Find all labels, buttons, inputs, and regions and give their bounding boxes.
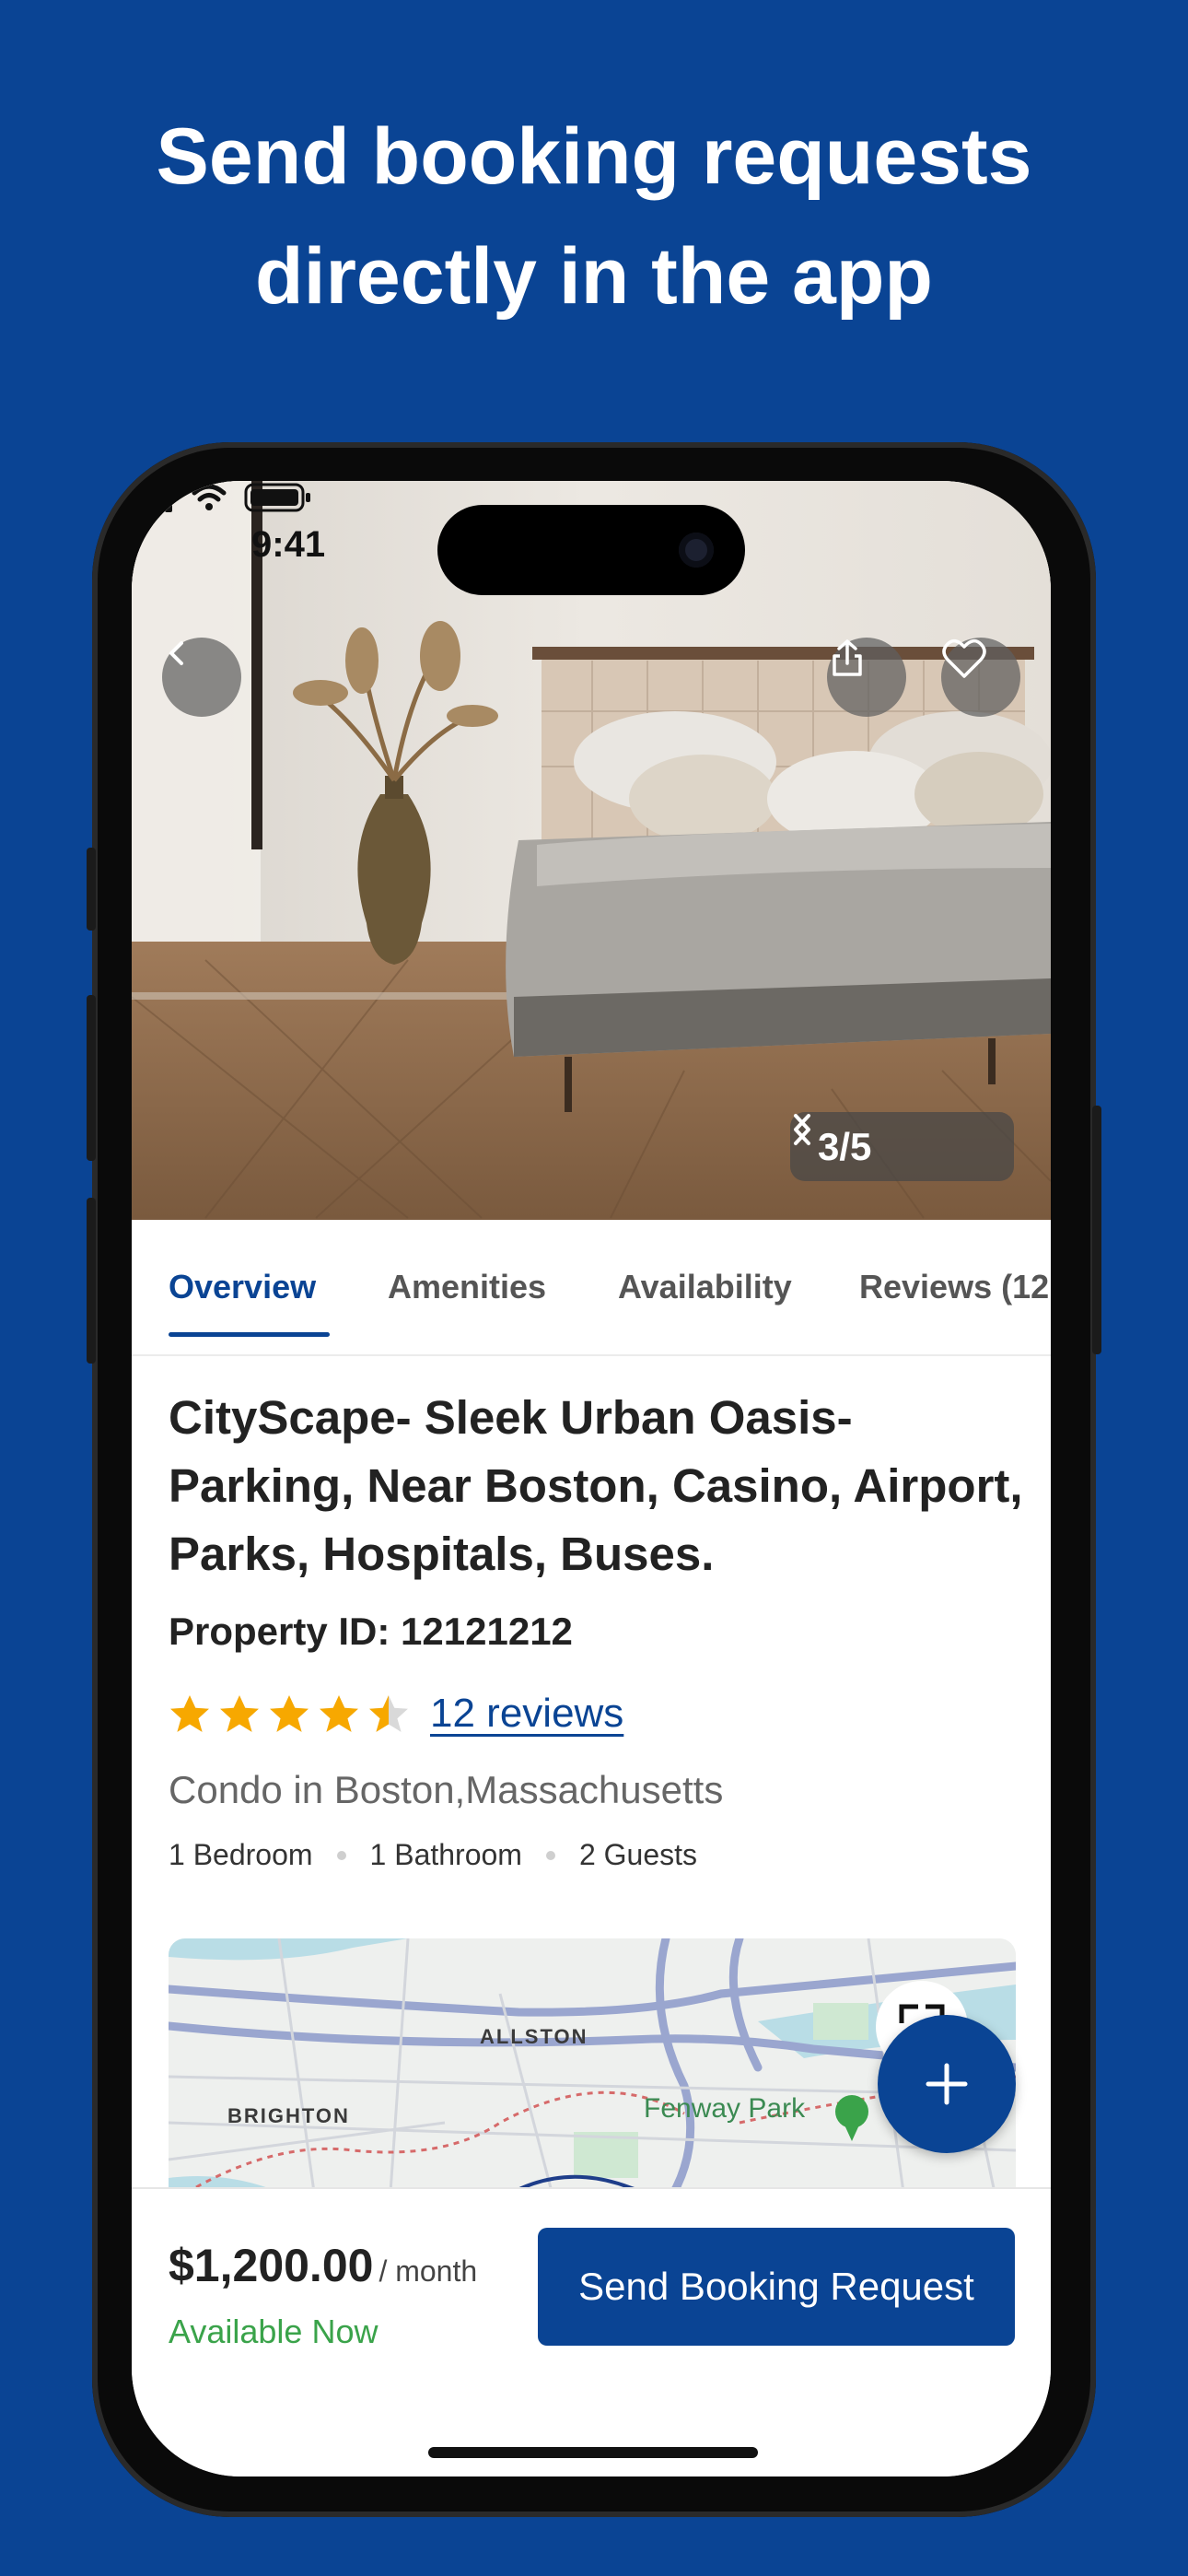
price: $1,200.00 / month (169, 2239, 477, 2292)
property-id: Property ID: 12121212 (169, 1610, 573, 1653)
tab-amenities[interactable]: Amenities (388, 1268, 546, 1306)
star-icon (320, 1695, 358, 1732)
star-icon (220, 1695, 259, 1732)
star-icon (369, 1695, 408, 1732)
listing-location: Condo in Boston,Massachusetts (169, 1768, 724, 1811)
photo-counter-text: 3/5 (818, 1124, 872, 1168)
heart-icon (942, 638, 986, 678)
headline-line-1: Send booking requests (156, 112, 1032, 201)
spec-bathrooms: 1 Bathroom (369, 1838, 522, 1871)
promo-headline: Send booking requests directly in the ap… (0, 97, 1188, 336)
map-label-allston: ALLSTON (480, 2025, 588, 2048)
map-poi-fenway: Fenway Park (644, 2093, 806, 2124)
star-icon (270, 1695, 309, 1732)
phone-button (87, 1198, 96, 1364)
spec-bedrooms: 1 Bedroom (169, 1838, 313, 1871)
listing-photo[interactable]: 9:41 3/5 (132, 481, 1051, 1220)
listing-specs: 1 Bedroom 1 Bathroom 2 Guests (169, 1838, 697, 1872)
chevron-left-icon (169, 641, 183, 665)
booking-footer: $1,200.00 / month Available Now Send Boo… (132, 2187, 1051, 2476)
star-rating (169, 1693, 410, 1734)
signal-icon (132, 483, 172, 512)
favorite-button[interactable] (941, 638, 1020, 717)
separator-dot (545, 1850, 555, 1860)
headline-line-2: directly in the app (255, 232, 933, 321)
star-icon (170, 1695, 209, 1732)
tab-reviews[interactable]: Reviews (12 (859, 1268, 1049, 1306)
phone-button (1092, 1106, 1101, 1354)
plus-icon (926, 2063, 968, 2105)
home-indicator[interactable] (428, 2447, 758, 2458)
map-label-brighton: BRIGHTON (227, 2104, 350, 2127)
active-tab-indicator (169, 1332, 330, 1337)
share-icon (833, 639, 862, 676)
status-icons (132, 483, 310, 512)
add-button[interactable] (878, 2015, 1016, 2153)
send-booking-request-button[interactable]: Send Booking Request (538, 2228, 1015, 2346)
tab-availability[interactable]: Availability (618, 1268, 792, 1306)
status-time: 9:41 (251, 524, 326, 565)
phone-button (87, 995, 96, 1161)
dynamic-island (437, 505, 745, 595)
chevron-right-icon[interactable] (790, 1112, 814, 1147)
tab-overview[interactable]: Overview (169, 1268, 316, 1306)
availability-status: Available Now (169, 2313, 379, 2350)
separator-dot (336, 1850, 346, 1860)
wifi-icon (192, 484, 227, 502)
reviews-link[interactable]: 12 reviews (430, 1691, 623, 1737)
back-button[interactable] (162, 638, 241, 717)
battery-icon (244, 483, 310, 512)
app-screen: 9:41 3/5 Overview Amenities Availability… (132, 481, 1051, 2476)
listing-title: CityScape- Sleek Urban Oasis- Parking, N… (169, 1391, 1023, 1580)
price-unit: / month (379, 2254, 478, 2288)
share-button[interactable] (827, 638, 906, 717)
spec-guests: 2 Guests (578, 1838, 698, 1871)
photo-counter: 3/5 (790, 1112, 1014, 1181)
rating-row: 12 reviews (169, 1686, 623, 1741)
section-tabs: Overview Amenities Availability Reviews … (132, 1220, 1051, 1356)
phone-button (87, 848, 96, 931)
price-amount: $1,200.00 (169, 2240, 374, 2291)
